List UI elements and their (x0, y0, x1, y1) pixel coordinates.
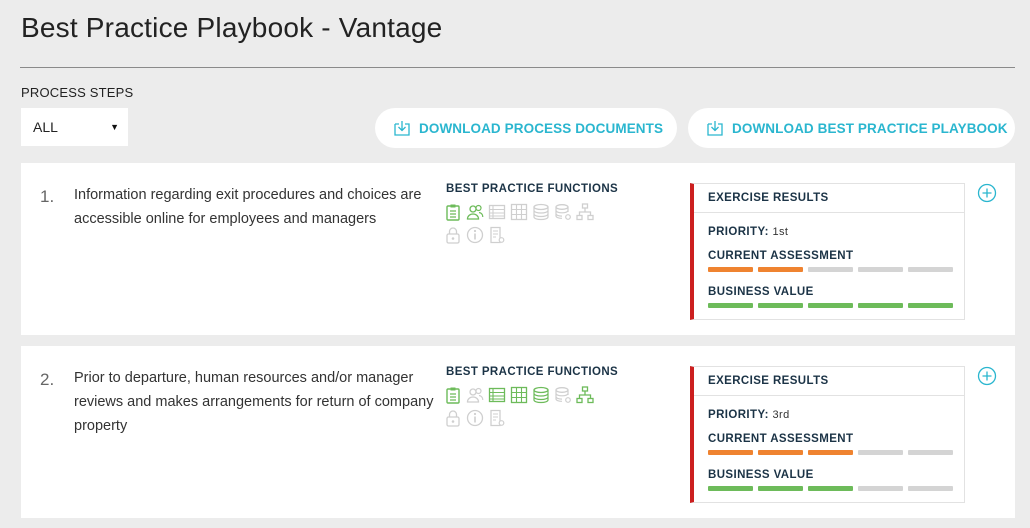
exercise-results-panel: EXERCISE RESULTS PRIORITY: 3rd CURRENT ASS… (690, 366, 965, 503)
users-icon (466, 387, 484, 403)
download-best-practice-playbook-button[interactable]: DOWNLOAD BEST PRACTICE PLAYBOOK (688, 108, 1015, 148)
org-chart-icon (576, 203, 594, 221)
chevron-down-icon: ▼ (110, 122, 119, 132)
exercise-results-panel: EXERCISE RESULTS PRIORITY: 1st CURRENT ASS… (690, 183, 965, 320)
business-value-bar-segment (708, 303, 753, 308)
business-value-bar-segment (758, 486, 803, 491)
step-description: Information regarding exit procedures an… (74, 187, 422, 227)
step-description: Prior to departure, human resources and/… (74, 370, 434, 434)
document-settings-icon (490, 409, 505, 427)
exercise-results-heading: EXERCISE RESULTS (694, 367, 964, 396)
priority-label: PRIORITY: (708, 226, 769, 238)
title-divider (20, 67, 1015, 68)
priority-value: 1st (772, 226, 789, 238)
process-step-card: 2. Prior to departure, human resources an… (21, 346, 1015, 518)
current-assessment-bar-segment (758, 267, 803, 272)
download-process-documents-button[interactable]: DOWNLOAD PROCESS DOCUMENTS (375, 108, 677, 148)
current-assessment-bar-segment (758, 450, 803, 455)
business-value-bar-segment (858, 303, 903, 308)
priority-text: PRIORITY: 1st (708, 226, 788, 238)
info-icon (466, 409, 484, 427)
database-settings-icon (555, 204, 571, 220)
process-steps-select[interactable]: ALL ▼ (21, 108, 128, 146)
lock-icon (446, 410, 460, 427)
current-assessment-bar-segment (858, 450, 903, 455)
lock-icon (446, 227, 460, 244)
business-value-bar-segment (908, 303, 953, 308)
download-icon (394, 121, 410, 136)
best-practice-functions-heading: BEST PRACTICE FUNCTIONS (446, 366, 619, 378)
database-settings-icon (555, 387, 571, 403)
database-icon (533, 203, 549, 221)
table-icon (510, 203, 528, 221)
business-value-bar-segment (758, 303, 803, 308)
step-number: 2. (40, 370, 55, 389)
process-step-card: 1. Information regarding exit procedures … (21, 163, 1015, 335)
current-assessment-bar-segment (808, 450, 853, 455)
clipboard-icon (446, 204, 460, 221)
org-chart-icon (576, 386, 594, 404)
current-assessment-bar-segment (908, 267, 953, 272)
business-value-bar (708, 486, 953, 491)
current-assessment-bar-segment (708, 267, 753, 272)
current-assessment-bar (708, 450, 953, 455)
current-assessment-bar (708, 267, 953, 272)
expand-plus-icon[interactable] (977, 366, 997, 386)
current-assessment-bar-segment (858, 267, 903, 272)
process-steps-selected-value: ALL (33, 119, 58, 135)
info-icon (466, 226, 484, 244)
business-value-bar-segment (808, 486, 853, 491)
download-process-documents-label: DOWNLOAD PROCESS DOCUMENTS (419, 120, 664, 136)
current-assessment-label: CURRENT ASSESSMENT (708, 250, 854, 262)
table-icon (510, 386, 528, 404)
business-value-label: BUSINESS VALUE (708, 286, 814, 298)
list-icon (488, 387, 506, 403)
best-practice-functions-heading: BEST PRACTICE FUNCTIONS (446, 183, 619, 195)
business-value-bar-segment (708, 486, 753, 491)
step-number: 1. (40, 187, 55, 206)
priority-value: 3rd (772, 409, 790, 421)
current-assessment-bar-segment (708, 450, 753, 455)
users-icon (466, 204, 484, 220)
expand-plus-icon[interactable] (977, 183, 997, 203)
download-icon (707, 121, 723, 136)
business-value-bar (708, 303, 953, 308)
business-value-label: BUSINESS VALUE (708, 469, 814, 481)
business-value-bar-segment (908, 486, 953, 491)
page-title: Best Practice Playbook - Vantage (21, 12, 443, 43)
process-steps-label: PROCESS STEPS (21, 85, 134, 100)
priority-label: PRIORITY: (708, 409, 769, 421)
best-practice-functions-icons (444, 386, 634, 432)
current-assessment-bar-segment (908, 450, 953, 455)
list-icon (488, 204, 506, 220)
current-assessment-label: CURRENT ASSESSMENT (708, 433, 854, 445)
exercise-results-heading: EXERCISE RESULTS (694, 184, 964, 213)
business-value-bar-segment (858, 486, 903, 491)
download-best-practice-playbook-label: DOWNLOAD BEST PRACTICE PLAYBOOK (732, 120, 1008, 136)
best-practice-functions-icons (444, 203, 634, 249)
document-settings-icon (490, 226, 505, 244)
current-assessment-bar-segment (808, 267, 853, 272)
business-value-bar-segment (808, 303, 853, 308)
priority-text: PRIORITY: 3rd (708, 409, 790, 421)
clipboard-icon (446, 387, 460, 404)
database-icon (533, 386, 549, 404)
